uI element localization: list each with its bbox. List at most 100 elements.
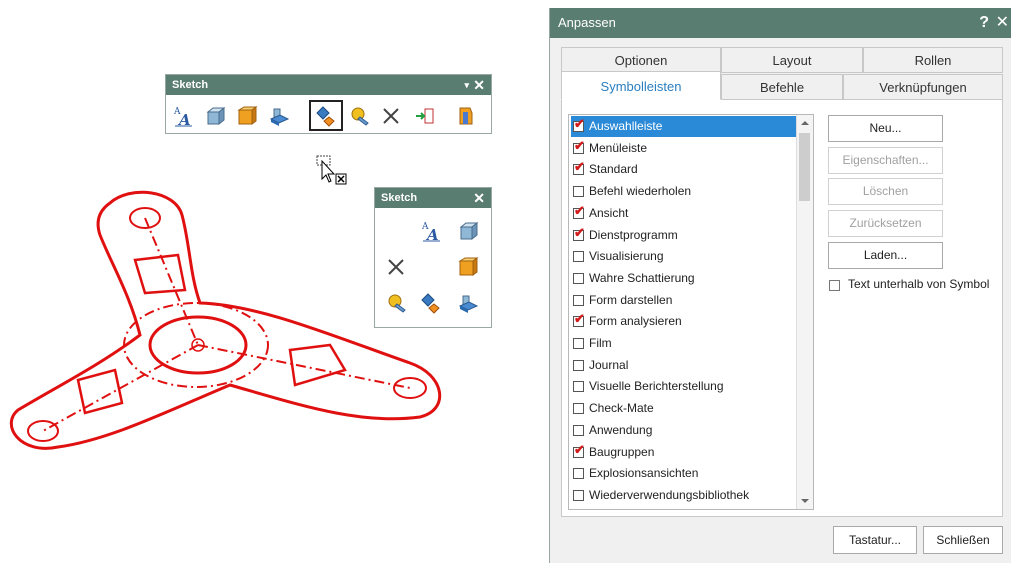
delete-button[interactable]: Löschen [828, 178, 943, 205]
list-item[interactable]: ✔ Menüleiste [571, 138, 799, 159]
list-item-label: Explosionsansichten [589, 466, 699, 481]
checkbox[interactable]: ✔ [573, 226, 585, 241]
inspect-icon[interactable] [457, 292, 479, 314]
list-item[interactable]: Visuelle Berichterstellung [571, 376, 799, 397]
text-below-icon-checkbox[interactable] [829, 280, 840, 291]
checkmark-icon: ✔ [574, 159, 585, 175]
list-item[interactable]: Wiederverwendungsbibliothek [571, 485, 799, 506]
checkbox[interactable] [573, 489, 584, 501]
sketch-settings-icon[interactable] [348, 105, 370, 127]
checkbox[interactable] [573, 468, 584, 480]
close-button[interactable]: Schließen [923, 526, 1003, 554]
list-item[interactable]: Film [571, 333, 799, 354]
checkbox[interactable] [573, 359, 584, 371]
checkbox[interactable]: ✔ [573, 204, 585, 219]
checkbox[interactable] [573, 338, 584, 349]
tab-befehle[interactable]: Befehle [721, 74, 843, 100]
checkbox[interactable] [573, 424, 584, 436]
delete-icon[interactable] [385, 256, 407, 278]
help-icon[interactable]: ? [979, 8, 989, 38]
close-icon[interactable]: ✕ [996, 8, 1009, 38]
list-item-label: Wahre Schattierung [589, 270, 695, 285]
sketch-settings-icon[interactable] [385, 292, 407, 314]
checkbox[interactable] [573, 381, 584, 393]
list-item[interactable]: Check-Mate [571, 398, 799, 419]
tab-symbolleisten[interactable]: Symbolleisten [561, 71, 721, 100]
list-item[interactable]: ✔ Form analysieren [571, 311, 799, 332]
checkbox[interactable]: ✔ [573, 160, 585, 176]
list-item[interactable]: Journal [571, 355, 799, 376]
constraint-icon[interactable] [315, 105, 337, 127]
sketch-toolbar-floating-titlebar[interactable]: Sketch ✕ [375, 188, 491, 208]
new-button[interactable]: Neu... [828, 115, 943, 142]
text-style-icon[interactable]: AA [420, 220, 442, 242]
checkbox[interactable]: ✔ [573, 443, 585, 458]
tab-optionen[interactable]: Optionen [561, 47, 721, 73]
extrude-icon[interactable] [204, 105, 226, 127]
checkbox[interactable] [573, 272, 584, 284]
drag-cursor-icon [316, 155, 347, 185]
sketch-toolbar-floating[interactable]: Sketch ✕ AA [374, 187, 492, 328]
delete-icon[interactable] [380, 105, 402, 127]
dialog-title: Anpassen [558, 15, 616, 30]
checkmark-icon: ✔ [574, 116, 585, 131]
list-item[interactable]: ✔ Standard [571, 159, 799, 180]
sketch-toolbar-docked[interactable]: Sketch ▾ ✕ AA [165, 74, 492, 134]
sketch-toolbar-titlebar[interactable]: Sketch ▾ ✕ [166, 75, 491, 95]
list-item-label: Menüleiste [589, 140, 648, 155]
tab-verknuepfungen[interactable]: Verknüpfungen [843, 74, 1003, 100]
checkbox[interactable]: ✔ [573, 312, 585, 328]
tab-rollen[interactable]: Rollen [863, 47, 1003, 73]
inspect-icon[interactable] [268, 105, 290, 127]
list-item[interactable]: Form darstellen [571, 290, 799, 311]
customize-dialog[interactable]: Anpassen ? ✕ Optionen Layout Rollen Befe… [549, 8, 1011, 563]
tab-panel-symbolleisten: ✔ Auswahlleiste ✔ Menüleiste ✔ Standard Befehl… [561, 99, 1003, 517]
text-style-icon[interactable]: AA [172, 105, 194, 127]
list-item[interactable]: ✔ Baugruppen [571, 442, 799, 463]
extrude-icon[interactable] [457, 220, 479, 242]
dialog-titlebar[interactable]: Anpassen ? ✕ [550, 8, 1011, 38]
list-item[interactable]: ✔ Auswahlleiste [571, 116, 799, 137]
close-icon[interactable]: ✕ [473, 188, 485, 208]
keyboard-button[interactable]: Tastatur... [833, 526, 917, 554]
list-item[interactable]: ✔ Ansicht [571, 203, 799, 224]
dropdown-arrow-icon[interactable]: ▾ [464, 75, 469, 95]
checkbox[interactable] [573, 403, 584, 415]
list-item-label: Visualisierung [589, 249, 664, 264]
part-icon[interactable] [454, 105, 476, 127]
list-item[interactable]: Explosionsansichten [571, 463, 799, 484]
list-item[interactable]: Visualisierung [571, 246, 799, 267]
scrollbar[interactable] [796, 115, 813, 509]
checkbox[interactable]: ✔ [573, 117, 585, 132]
checkmark-icon: ✔ [574, 441, 585, 457]
scrollbar-thumb[interactable] [799, 133, 810, 201]
properties-button[interactable]: Eigenschaften... [828, 147, 943, 174]
checkbox[interactable] [573, 294, 584, 306]
checkbox[interactable]: ✔ [573, 139, 585, 154]
block-icon[interactable] [236, 105, 258, 127]
list-item-label: Form analysieren [589, 314, 682, 329]
list-item[interactable]: Befehl wiederholen [571, 181, 799, 202]
scroll-up-icon[interactable] [800, 119, 810, 127]
checkbox[interactable] [573, 186, 584, 198]
tab-layout[interactable]: Layout [721, 47, 863, 73]
sketch-toolbar-floating-title: Sketch [381, 192, 418, 204]
scroll-down-icon[interactable] [800, 497, 810, 505]
sketch-toolbar-title: Sketch [172, 79, 209, 91]
block-icon[interactable] [457, 256, 479, 278]
list-item-label: Film [589, 336, 612, 350]
load-button[interactable]: Laden... [828, 242, 943, 269]
list-item-label: Dienstprogramm [589, 227, 678, 242]
constraint-icon[interactable] [420, 292, 442, 314]
list-item[interactable]: Anwendung [571, 420, 799, 441]
list-item-label: Befehl wiederholen [589, 184, 692, 199]
toolbar-list[interactable]: ✔ Auswahlleiste ✔ Menüleiste ✔ Standard Befehl… [568, 114, 814, 510]
list-item-label: Standard [589, 162, 638, 177]
close-icon[interactable]: ✕ [473, 75, 485, 95]
list-item[interactable]: Wahre Schattierung [571, 268, 799, 289]
finish-sketch-icon[interactable] [414, 105, 436, 127]
list-item[interactable]: ✔ Dienstprogramm [571, 225, 799, 246]
list-item-label: Ansicht [589, 205, 629, 220]
checkbox[interactable] [573, 251, 584, 263]
reset-button[interactable]: Zurücksetzen [828, 210, 943, 237]
